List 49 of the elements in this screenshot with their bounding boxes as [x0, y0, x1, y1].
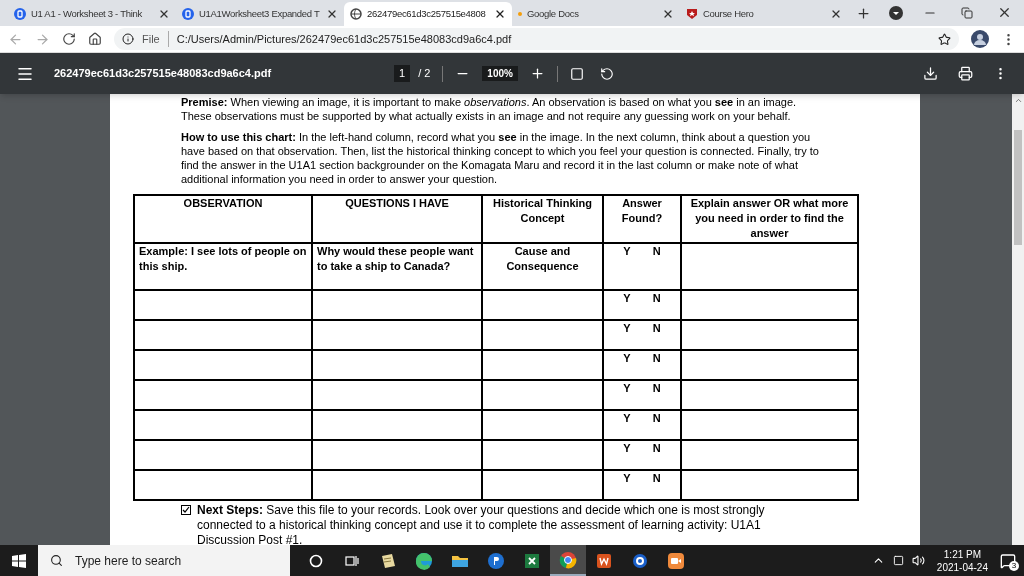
browser-tab[interactable]: 262479ec61d3c257515e4808: [344, 2, 512, 26]
no-option: N: [652, 471, 661, 486]
notification-count: 3: [1009, 560, 1019, 571]
tab-title: Course Hero: [703, 6, 755, 21]
no-option: N: [652, 244, 661, 259]
browser-tab[interactable]: U1A1Worksheet3 Expanded T: [176, 2, 344, 26]
url-text: C:/Users/Admin/Pictures/262479ec61d3c257515e48083cd9a6c4.pdf: [176, 31, 513, 47]
column-header: QUESTIONS I HAVE: [312, 195, 482, 243]
no-option: N: [652, 411, 661, 426]
zoom-field[interactable]: 100%: [482, 66, 518, 81]
yes-option: Y: [623, 321, 631, 336]
premise-text: These observations must be supported by what actually exists in an image and not require any guessing work on your behalf.: [181, 109, 792, 123]
no-option: N: [652, 291, 661, 306]
table-cell: Cause and Consequence: [506, 245, 579, 272]
tab-title: 262479ec61d3c257515e4808: [367, 6, 487, 21]
tab-title: U1 A1 - Worksheet 3 - Think: [31, 6, 143, 21]
no-option: N: [652, 351, 661, 366]
no-option: N: [652, 381, 661, 396]
table-cell: Example: I see lots of people on this ship.: [139, 245, 307, 272]
yes-option: Y: [623, 351, 631, 366]
yes-option: Y: [623, 244, 631, 259]
search-placeholder: Type here to search: [75, 552, 182, 570]
address-field[interactable]: File C:/Users/Admin/Pictures/262479ec61d3c257515e48083cd9a6c4.pdf: [114, 28, 959, 50]
column-header: OBSERVATION: [134, 195, 312, 243]
browser-tab[interactable]: Google Docs: [512, 2, 680, 26]
no-option: N: [652, 441, 661, 456]
clock[interactable]: 1:21 PM 2021-04-24: [936, 547, 988, 574]
table-cell: Why would these people want to take a ship to Canada?: [317, 245, 474, 272]
yes-option: Y: [623, 381, 631, 396]
tab-title: U1A1Worksheet3 Expanded T: [199, 6, 321, 21]
search-field[interactable]: Type here to search: [38, 545, 290, 576]
no-option: N: [652, 321, 661, 336]
yes-option: Y: [623, 291, 631, 306]
browser-tab[interactable]: U1 A1 - Worksheet 3 - Think: [8, 2, 176, 26]
scheme-label: File: [142, 30, 169, 48]
pdf-filename: 262479ec61d3c257515e48083cd9a6c4.pdf: [54, 66, 273, 82]
instructions-paragraph: How to use this chart: In the left-hand column, record what you see in the image. In the next column, think about a question you have based on that observation. Then, list the historical thinking concept to which you feel your question is connected. Finally, try to find the answer in the U1A1 section backgrounder on the Komagata Maru and record it in the last column or make note of what additional information you need in order to answer your question.: [181, 130, 820, 186]
tab-title: Google Docs: [527, 6, 580, 21]
column-header: Answer Found?: [603, 195, 681, 243]
browser-tab[interactable]: Course Hero: [680, 2, 848, 26]
page-number-field[interactable]: 1: [394, 65, 411, 82]
column-header: Explain answer OR what more you need in order to find the answer: [681, 195, 858, 243]
yes-option: Y: [623, 471, 631, 486]
next-steps-paragraph: Next Steps: Save this file to your records. Look over your questions and decide which one is most strongly connected to a historical thinking concept and use it to complete the assessment of learning activity: U1A1 Discussion Post #1.: [197, 503, 766, 545]
premise-text: Premise: When viewing an image, it is important to make observations. An observation is based on what you see in an image.: [181, 95, 798, 109]
yes-option: Y: [623, 411, 631, 426]
page-count: / 2: [418, 66, 431, 82]
yes-option: Y: [623, 441, 631, 456]
column-header: Historical Thinking Concept: [482, 195, 603, 243]
